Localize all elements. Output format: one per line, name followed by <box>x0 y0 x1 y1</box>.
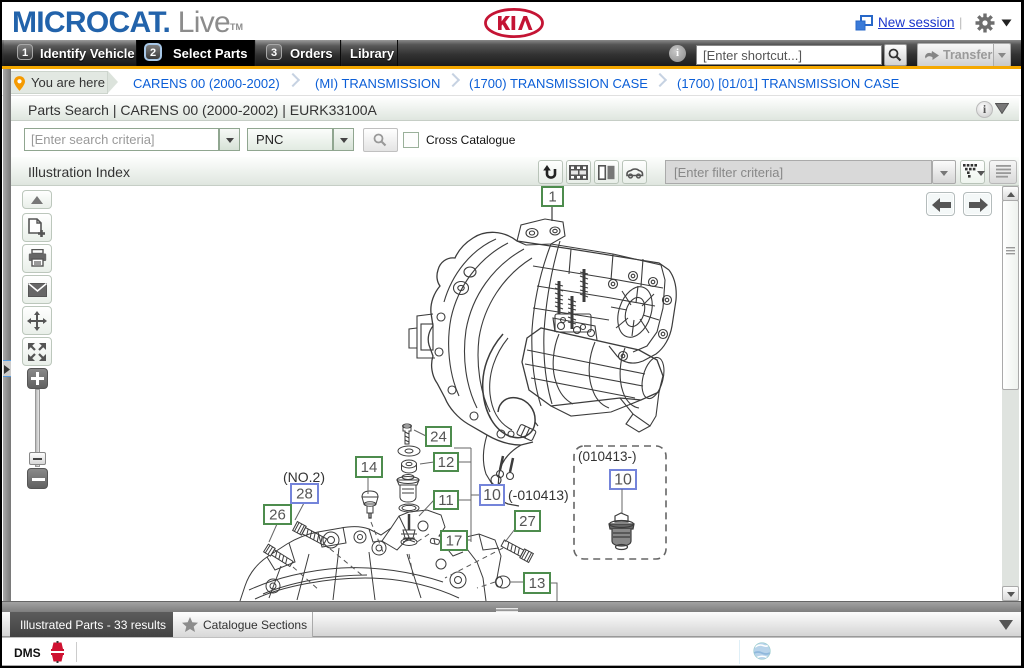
svg-text:(-010413): (-010413) <box>508 487 569 503</box>
svg-text:28: 28 <box>296 486 313 503</box>
svg-text:26: 26 <box>269 507 286 524</box>
svg-text:24: 24 <box>430 429 447 446</box>
svg-text:(010413-): (010413-) <box>578 449 637 464</box>
svg-text:10: 10 <box>483 487 501 504</box>
svg-text:17: 17 <box>446 533 463 550</box>
svg-text:11: 11 <box>438 492 454 509</box>
svg-text:12: 12 <box>438 454 455 471</box>
svg-text:13: 13 <box>529 575 546 592</box>
svg-text:(NO.2): (NO.2) <box>283 469 325 485</box>
svg-text:1: 1 <box>548 189 556 206</box>
svg-text:10: 10 <box>614 472 632 489</box>
svg-text:27: 27 <box>519 513 536 530</box>
svg-text:14: 14 <box>361 459 378 476</box>
